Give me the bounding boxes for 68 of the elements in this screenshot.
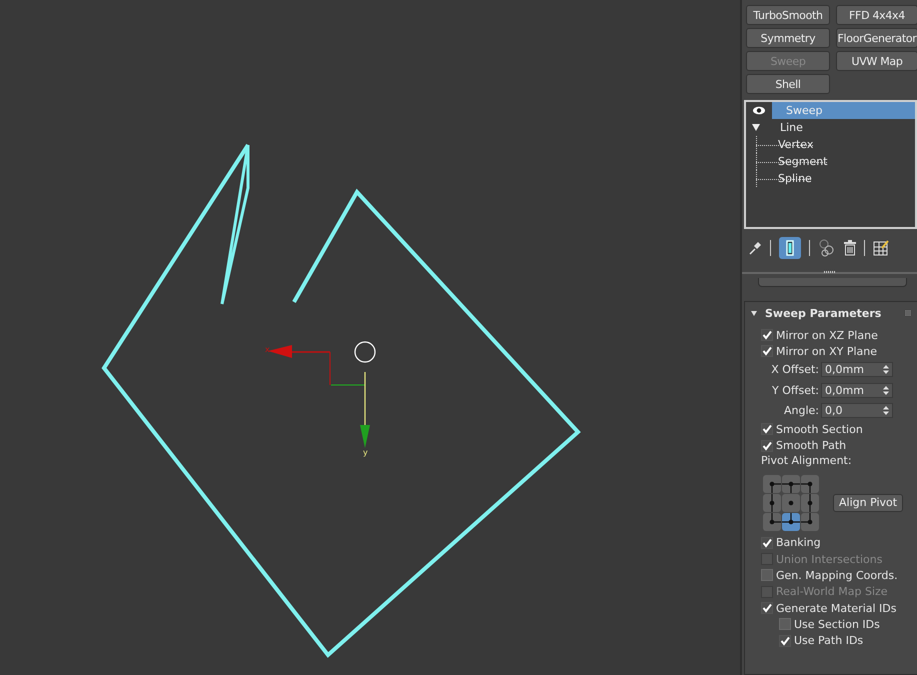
eye-icon[interactable] [746, 102, 772, 119]
sub-object-item[interactable]: Segment [756, 153, 828, 170]
modifier-button[interactable]: FloorGenerator [836, 28, 917, 48]
checkbox-label: Gen. Mapping Coords. [776, 568, 898, 582]
field-label: X Offset: [771, 363, 819, 376]
spinner-arrows-icon[interactable] [883, 386, 889, 395]
sub-object-item[interactable]: Vertex [756, 136, 814, 153]
spinner-field[interactable]: 0,0 [821, 403, 893, 418]
x-axis-label: x [265, 345, 270, 354]
pivot-circle [354, 341, 376, 363]
expand-triangle-icon[interactable] [752, 124, 760, 131]
field-label: Angle: [784, 404, 819, 418]
rollout-title[interactable]: Sweep Parameters [765, 306, 905, 320]
pivot-point-button[interactable] [763, 512, 781, 531]
spinner-field[interactable]: 0,0mm [821, 362, 893, 378]
checkbox-label: Mirror on XZ Plane [776, 328, 878, 342]
modifier-button[interactable]: Symmetry [746, 28, 830, 48]
grip-dots-icon[interactable] [905, 310, 911, 316]
modifier-button[interactable]: FFD 4x4x4 [836, 5, 917, 25]
axis-plane-corner-line [330, 384, 366, 386]
sub-object-item[interactable]: Spline [756, 170, 812, 187]
spinner-arrows-icon[interactable] [883, 365, 889, 374]
checkbox[interactable] [779, 618, 791, 630]
section-label: Pivot Alignment: [761, 454, 853, 469]
pivot-point-button[interactable] [801, 474, 819, 493]
pivot-point-button[interactable] [801, 494, 819, 512]
grid-pencil-icon[interactable] [873, 240, 889, 256]
pivot-point-button[interactable] [782, 494, 800, 512]
checkbox[interactable] [761, 329, 773, 342]
checkbox-label: Banking [776, 536, 821, 550]
stack-item-label: Sweep [785, 104, 822, 117]
pivot-point-icon [788, 500, 794, 505]
checkbox[interactable] [761, 536, 773, 549]
checkbox[interactable] [761, 345, 773, 358]
checkbox[interactable] [779, 634, 791, 647]
checkbox-label: Smooth Path [776, 439, 846, 452]
trash-icon[interactable] [844, 240, 856, 256]
modifier-button[interactable]: TurboSmooth [746, 5, 830, 25]
spinner-arrows-icon[interactable] [883, 406, 889, 416]
checkbox-label: Real-World Map Size [776, 585, 888, 598]
spinner-field[interactable]: 0,0mm [821, 382, 893, 398]
checkbox[interactable] [761, 423, 773, 436]
checkbox-label: Use Section IDs [794, 618, 880, 631]
pivot-point-button[interactable] [782, 474, 800, 493]
checkbox-label: Use Path IDs [794, 634, 864, 648]
modifier-button[interactable]: UVW Map [836, 51, 917, 71]
y-axis-label: y [363, 448, 368, 457]
field-label: Y Offset: [772, 384, 819, 397]
pivot-point-button[interactable] [763, 494, 781, 512]
stack-item-label: Line [779, 121, 803, 134]
checkbox-label: Smooth Section [776, 422, 863, 436]
x-axis-arrow [268, 345, 330, 358]
align-pivot-button[interactable]: Align Pivot [833, 494, 904, 512]
collapse-arrow-icon[interactable] [751, 310, 757, 316]
drag-handle-icon[interactable] [824, 271, 836, 273]
checkbox[interactable] [761, 569, 773, 582]
pivot-point-button[interactable] [763, 474, 781, 493]
pivot-point-button[interactable] [782, 512, 800, 531]
checkbox-label: Mirror on XY Plane [776, 344, 878, 358]
checkbox[interactable] [761, 602, 773, 614]
checkbox-label: Generate Material IDs [776, 602, 897, 615]
circles-icon[interactable] [818, 239, 836, 257]
modifier-button[interactable]: Shell [746, 74, 830, 94]
pivot-point-button[interactable] [801, 512, 819, 531]
checkbox[interactable] [761, 440, 773, 452]
bar-icon[interactable] [779, 237, 801, 259]
checkbox-label: Union Intersections [776, 552, 882, 566]
pin-icon[interactable] [748, 241, 762, 255]
